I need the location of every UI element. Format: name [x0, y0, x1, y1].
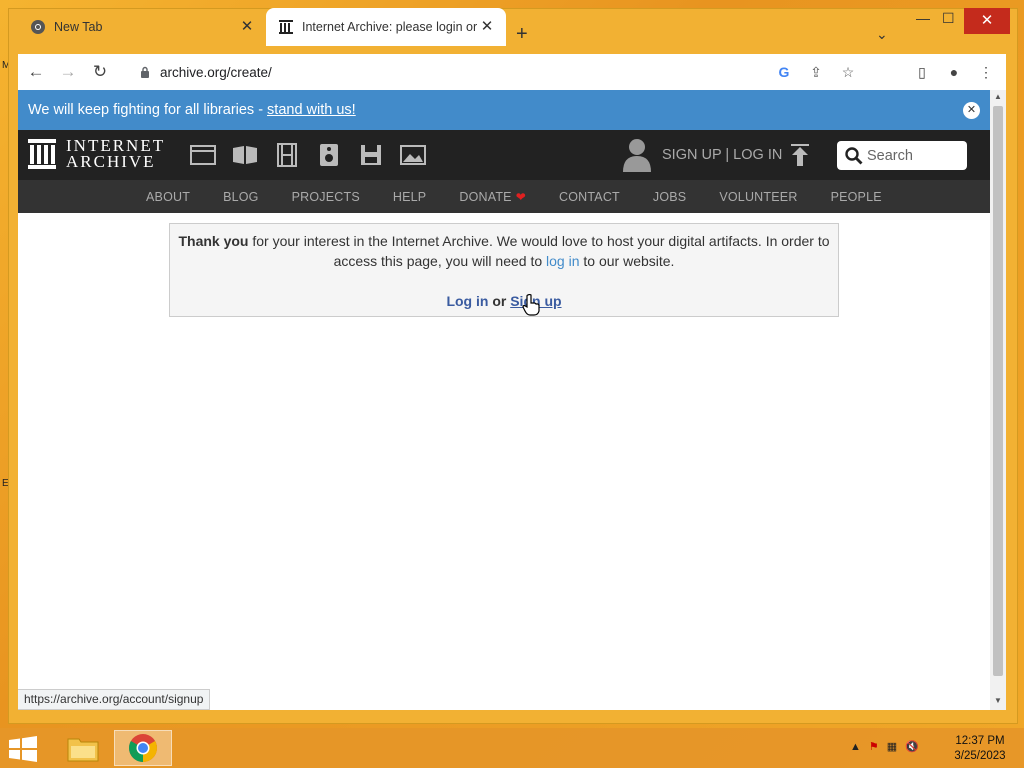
close-banner-icon[interactable]: ✕ — [963, 102, 980, 119]
reload-button[interactable]: ↻ — [86, 58, 114, 86]
notice-login-link[interactable]: log in — [546, 253, 579, 269]
tab-title: Internet Archive: please login or sign u… — [302, 20, 478, 34]
web-icon[interactable] — [182, 142, 224, 168]
action-center-flag-icon[interactable]: ⚑ — [869, 740, 879, 753]
search-icon — [845, 146, 863, 165]
nav-volunteer[interactable]: VOLUNTEER — [719, 190, 797, 204]
side-panel-icon[interactable]: ▯ — [906, 64, 938, 81]
notice-text-2: to our website. — [579, 253, 675, 269]
file-explorer-icon[interactable] — [54, 730, 112, 766]
nav-contact[interactable]: CONTACT — [559, 190, 620, 204]
windows-taskbar: ▲ ⚑ ▦ 🔇 12:37 PM 3/25/2023 — [0, 728, 1024, 768]
upload-arrow-icon[interactable] — [790, 144, 810, 171]
close-tab-icon[interactable]: ✕ — [478, 18, 496, 36]
page-viewport: We will keep fighting for all libraries … — [18, 90, 990, 710]
system-tray: ▲ ⚑ ▦ 🔇 — [850, 740, 927, 754]
minimize-button[interactable]: — — [916, 10, 930, 26]
scroll-up-icon[interactable]: ▲ — [990, 92, 1006, 101]
auth-actions: Log in or Sign up — [170, 291, 838, 311]
tab-new-tab[interactable]: New Tab ✕ — [18, 8, 266, 46]
link-status-bar: https://archive.org/account/signup — [18, 689, 211, 710]
archive-building-icon — [28, 139, 56, 169]
nav-donate[interactable]: DONATE — [459, 190, 511, 204]
profile-avatar-icon[interactable]: ● — [938, 64, 970, 80]
tab-search-chevron-icon[interactable]: ⌄ — [876, 26, 888, 43]
notice-message: Thank you for your interest in the Inter… — [170, 231, 838, 271]
close-window-button[interactable]: ✕ — [964, 8, 1010, 34]
taskbar-clock[interactable]: 12:37 PM 3/25/2023 — [948, 734, 1012, 764]
search-box[interactable] — [837, 141, 967, 170]
share-icon[interactable]: ⇪ — [800, 64, 832, 81]
ia-nav-bar: ABOUT BLOG PROJECTS HELP DONATE ❤ CONTAC… — [18, 180, 990, 213]
lock-icon — [140, 66, 150, 78]
url-text: archive.org/create/ — [160, 64, 272, 80]
archive-icon — [278, 19, 294, 35]
hand-cursor-icon — [522, 293, 540, 321]
chrome-icon — [30, 19, 46, 35]
software-floppy-icon[interactable] — [350, 142, 392, 168]
banner-text: We will keep fighting for all libraries … — [28, 102, 264, 118]
forward-button[interactable]: → — [54, 58, 82, 86]
nav-about[interactable]: ABOUT — [146, 190, 190, 204]
bookmark-star-icon[interactable]: ☆ — [832, 64, 864, 81]
nav-people[interactable]: PEOPLE — [831, 190, 882, 204]
browser-toolbar: ← → ↻ archive.org/create/ G ⇪ ☆ ▯ ● ⋮ — [18, 54, 1006, 90]
login-notice-box: Thank you for your interest in the Inter… — [169, 223, 839, 317]
texts-book-icon[interactable] — [224, 142, 266, 168]
scroll-down-icon[interactable]: ▼ — [990, 696, 1006, 705]
page-scrollbar[interactable]: ▲ ▼ — [990, 90, 1006, 710]
maximize-button[interactable]: ☐ — [942, 10, 955, 27]
nav-help[interactable]: HELP — [393, 190, 426, 204]
heart-icon: ❤ — [515, 189, 526, 204]
tray-expand-icon[interactable]: ▲ — [850, 741, 861, 753]
tab-internet-archive[interactable]: Internet Archive: please login or sign u… — [266, 8, 506, 46]
clock-time: 12:37 PM — [955, 735, 1005, 747]
close-tab-icon[interactable]: ✕ — [238, 18, 256, 36]
signup-login-link[interactable]: SIGN UP | LOG IN — [662, 147, 782, 163]
search-input[interactable] — [867, 147, 957, 164]
chrome-taskbar-icon[interactable] — [114, 730, 172, 766]
images-picture-icon[interactable] — [392, 142, 434, 168]
banner-link[interactable]: stand with us! — [267, 102, 356, 118]
logo-line-2: ARCHIVE — [66, 152, 156, 171]
tab-title: New Tab — [54, 20, 103, 34]
back-button[interactable]: ← — [22, 58, 50, 86]
notice-text-1: for your interest in the Internet Archiv… — [248, 233, 830, 269]
ia-logo[interactable]: INTERNET ARCHIVE — [28, 137, 165, 171]
address-bar[interactable]: archive.org/create/ G ⇪ ☆ — [130, 58, 864, 86]
user-avatar-icon — [623, 139, 651, 172]
network-icon[interactable]: ▦ — [887, 740, 897, 753]
video-film-icon[interactable] — [266, 142, 308, 168]
nav-blog[interactable]: BLOG — [223, 190, 259, 204]
nav-projects[interactable]: PROJECTS — [292, 190, 360, 204]
menu-kebab-icon[interactable]: ⋮ — [970, 64, 1002, 81]
audio-speaker-icon[interactable] — [308, 142, 350, 168]
volume-muted-icon[interactable]: 🔇 — [905, 740, 919, 753]
ia-header: INTERNET ARCHIVE SIGN UP | LOG IN — [18, 130, 990, 180]
user-area[interactable]: SIGN UP | LOG IN — [622, 138, 782, 172]
scrollbar-thumb[interactable] — [993, 106, 1003, 676]
clock-date: 3/25/2023 — [954, 750, 1006, 762]
notice-bold: Thank you — [178, 233, 249, 249]
login-link[interactable]: Log in — [446, 293, 488, 309]
windows-start-icon[interactable] — [8, 736, 38, 767]
new-tab-button[interactable]: + — [516, 24, 528, 44]
donation-banner: We will keep fighting for all libraries … — [18, 90, 990, 130]
nav-jobs[interactable]: JOBS — [653, 190, 686, 204]
google-lens-icon[interactable]: G — [768, 64, 800, 80]
or-label: or — [492, 293, 507, 309]
